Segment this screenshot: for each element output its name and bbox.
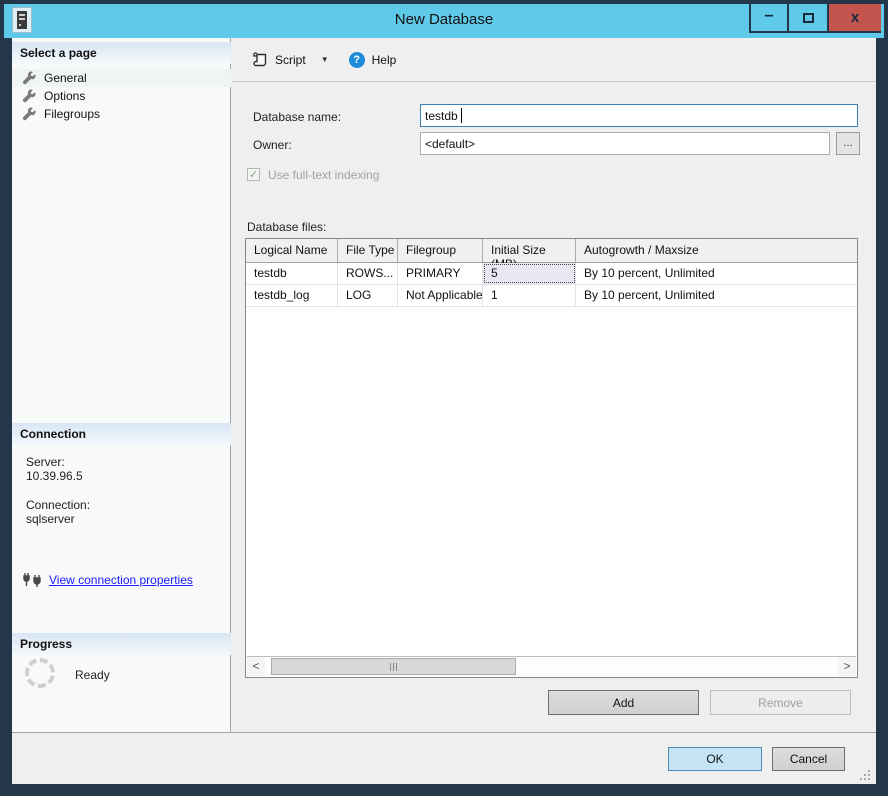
maximize-icon xyxy=(803,13,814,23)
sidebar-item-filegroups[interactable]: Filegroups xyxy=(12,105,231,123)
sidebar-item-general[interactable]: General xyxy=(12,69,231,87)
grid-cell-initial-size[interactable]: 1 xyxy=(483,285,576,306)
owner-input[interactable] xyxy=(420,132,830,155)
close-button[interactable]: x xyxy=(827,4,881,33)
thumb-grip-icon xyxy=(396,663,397,671)
script-icon xyxy=(252,52,268,68)
script-label: Script xyxy=(275,53,306,67)
window-controls: – x xyxy=(749,4,881,33)
text-caret xyxy=(461,108,462,123)
thumb-grip-icon xyxy=(390,663,391,671)
minimize-button[interactable]: – xyxy=(749,4,787,33)
connection-plug-icon xyxy=(22,572,42,588)
sidebar-item-options[interactable]: Options xyxy=(12,87,231,105)
connection-label: Connection: xyxy=(26,498,90,512)
database-name-fieldwrap xyxy=(420,104,858,127)
help-label: Help xyxy=(372,53,397,67)
help-button[interactable]: ? Help xyxy=(343,48,403,72)
connection-header: Connection xyxy=(12,423,231,445)
add-button[interactable]: Add xyxy=(548,690,699,715)
server-label: Server: xyxy=(26,455,65,469)
grid-cell-autogrowth[interactable]: By 10 percent, Unlimited xyxy=(576,263,857,284)
horizontal-scrollbar: < > xyxy=(247,656,856,676)
sidebar-item-label: Options xyxy=(44,89,85,103)
remove-button[interactable]: Remove xyxy=(710,690,851,715)
resize-grip-icon[interactable] xyxy=(860,770,870,780)
owner-label: Owner: xyxy=(253,138,292,152)
wrench-icon xyxy=(22,71,36,85)
bottom-bar: OK Cancel xyxy=(12,732,876,784)
help-icon: ? xyxy=(349,52,365,68)
view-connection-properties-link[interactable]: View connection properties xyxy=(49,573,193,587)
script-dropdown-arrow-icon[interactable]: ▼ xyxy=(321,55,329,64)
database-name-label: Database name: xyxy=(253,110,341,124)
grid-cell-logical-name[interactable]: testdb_log xyxy=(246,285,338,306)
scrollbar-thumb[interactable] xyxy=(271,658,516,675)
close-icon: x xyxy=(851,9,859,26)
grid-cell-file-type[interactable]: LOG xyxy=(338,285,398,306)
title-bar[interactable]: New Database – x xyxy=(4,4,884,38)
script-button[interactable]: Script xyxy=(246,48,312,72)
sidebar: Select a page General Options Filegroups xyxy=(12,38,231,732)
ok-button[interactable]: OK xyxy=(668,747,762,771)
column-header-autogrowth[interactable]: Autogrowth / Maxsize xyxy=(576,239,857,262)
sidebar-item-label: Filegroups xyxy=(44,107,100,121)
grid-cell-autogrowth[interactable]: By 10 percent, Unlimited xyxy=(576,285,857,306)
minimize-icon: – xyxy=(764,5,773,25)
progress-header: Progress xyxy=(12,633,231,655)
maximize-button[interactable] xyxy=(787,4,827,33)
database-files-label: Database files: xyxy=(247,220,326,234)
scroll-left-button[interactable]: < xyxy=(247,657,265,676)
column-header-initial-size[interactable]: Initial Size (MB) xyxy=(483,239,576,262)
grid-cell-initial-size-selected[interactable]: 5 xyxy=(483,263,576,284)
owner-fieldwrap xyxy=(420,132,830,155)
server-value: 10.39.96.5 xyxy=(26,469,83,483)
column-header-filegroup[interactable]: Filegroup xyxy=(398,239,483,262)
scroll-right-button[interactable]: > xyxy=(838,657,856,676)
column-header-file-type[interactable]: File Type xyxy=(338,239,398,262)
select-a-page-header: Select a page xyxy=(12,42,231,64)
grid-cell-filegroup[interactable]: Not Applicable xyxy=(398,285,483,306)
database-name-input[interactable] xyxy=(420,104,858,127)
new-database-dialog: New Database – x Select a page General O… xyxy=(0,0,888,796)
cancel-button[interactable]: Cancel xyxy=(772,747,845,771)
toolbar: Script ▼ ? Help xyxy=(232,38,876,82)
grid-cell-logical-name[interactable]: testdb xyxy=(246,263,338,284)
dialog-content: Select a page General Options Filegroups xyxy=(12,38,876,784)
scrollbar-track[interactable] xyxy=(265,657,838,676)
database-files-grid: Logical Name File Type Filegroup Initial… xyxy=(245,238,858,678)
column-header-logical-name[interactable]: Logical Name xyxy=(246,239,338,262)
grid-cell-filegroup[interactable]: PRIMARY xyxy=(398,263,483,284)
progress-spinner-icon xyxy=(25,658,55,688)
grid-header-row: Logical Name File Type Filegroup Initial… xyxy=(246,239,857,263)
thumb-grip-icon xyxy=(393,663,394,671)
wrench-icon xyxy=(22,89,36,103)
sidebar-item-label: General xyxy=(44,71,87,85)
wrench-icon xyxy=(22,107,36,121)
owner-browse-button[interactable]: ... xyxy=(836,132,860,155)
grid-cell-file-type[interactable]: ROWS... xyxy=(338,263,398,284)
table-row: testdb_log LOG Not Applicable 1 By 10 pe… xyxy=(246,285,857,307)
fulltext-checkbox-label: Use full-text indexing xyxy=(268,168,379,182)
table-row: testdb ROWS... PRIMARY 5 By 10 percent, … xyxy=(246,263,857,285)
connection-value: sqlserver xyxy=(26,512,75,526)
main-panel: Script ▼ ? Help Database name: Owner: ..… xyxy=(232,38,876,732)
progress-status: Ready xyxy=(75,668,110,682)
view-connection-properties-row: View connection properties xyxy=(22,572,193,588)
fulltext-checkbox[interactable]: ✓ xyxy=(247,168,260,181)
